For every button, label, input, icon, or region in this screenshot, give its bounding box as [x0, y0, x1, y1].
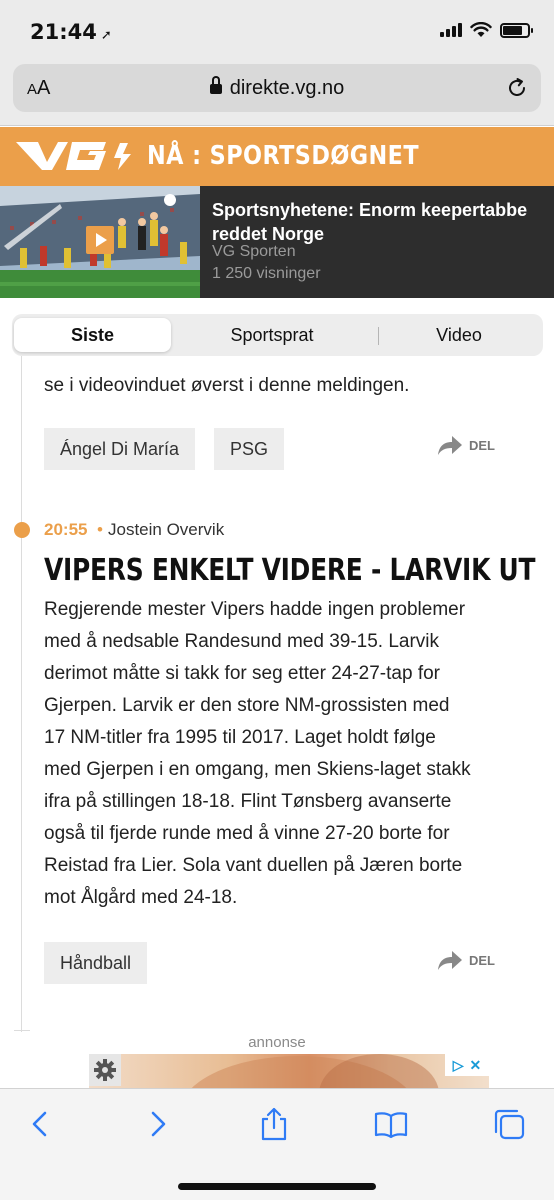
location-arrow-icon: ➚ — [100, 28, 112, 43]
battery-icon — [500, 22, 533, 38]
post-separator: • — [97, 520, 103, 539]
wifi-icon — [470, 22, 492, 37]
timeline-dot — [14, 522, 30, 538]
gear-icon[interactable] — [89, 1054, 121, 1086]
lock-icon — [209, 76, 222, 95]
share-arrow-icon — [438, 436, 462, 455]
share-label: DEL — [469, 952, 495, 968]
post-body-line: ifra på stillingen 18-18. Flint Tønsberg… — [44, 791, 452, 812]
play-icon[interactable] — [86, 226, 114, 254]
timeline-line — [21, 356, 22, 1032]
address-bar[interactable]: AA direkte.vg.no — [13, 64, 541, 112]
share-arrow-icon — [438, 951, 462, 970]
video-views: 1 250 visninger — [212, 265, 321, 282]
post-body-line: derimot måtte si takk for seg etter 24-2… — [44, 663, 441, 684]
url-text: direkte.vg.no — [229, 77, 345, 99]
status-bar: 21:44 ➚ — [0, 0, 554, 60]
post-body-line: 17 NM-titler fra 1995 til 2017. Laget ho… — [44, 727, 436, 748]
site-header: NÅ : SPORTSDØGNET — [0, 127, 554, 186]
ad-image — [189, 1054, 439, 1090]
book-icon[interactable] — [374, 1107, 408, 1141]
ad-banner[interactable]: ▷ ✕ — [89, 1054, 489, 1090]
video-source: VG Sporten — [212, 243, 296, 260]
adchoices-icon[interactable]: ▷ — [453, 1057, 464, 1074]
cellular-signal-icon — [440, 23, 462, 37]
clock-text: 21:44 — [30, 20, 97, 44]
video-promo[interactable]: Sportsnyhetene: Enorm keepertabbe reddet… — [0, 186, 554, 298]
tag-angel-di-maria[interactable]: Ángel Di María — [44, 428, 196, 470]
ad-label: annonse — [248, 1034, 306, 1051]
share-button[interactable]: DEL — [437, 434, 495, 456]
post-body-line: Reistad fra Lier. Sola vant duellen på J… — [44, 855, 463, 876]
browser-chrome: AA direkte.vg.no — [0, 60, 554, 126]
reload-icon[interactable] — [505, 76, 529, 100]
tab-divider — [378, 327, 379, 345]
post-headline: VIPERS ENKELT VIDERE - LARVIK UT — [44, 553, 536, 588]
feed-tabs: Siste Sportsprat Video — [12, 314, 543, 356]
share-icon[interactable] — [257, 1107, 291, 1141]
post-body-line: med å nedsable Randesund med 39-15. Larv… — [44, 631, 440, 652]
post-author: Jostein Overvik — [108, 520, 225, 539]
tag-psg[interactable]: PSG — [214, 428, 285, 470]
timeline-end — [14, 1030, 30, 1031]
post-body-line: mot Ålgård med 24-18. — [44, 887, 238, 908]
back-icon[interactable] — [24, 1107, 58, 1141]
post-body-line: Regjerende mester Vipers hadde ingen pro… — [44, 599, 466, 620]
tab-sportsprat[interactable]: Sportsprat — [186, 318, 358, 352]
browser-toolbar — [0, 1088, 554, 1200]
post-body-line: Gjerpen. Larvik er den store NM-grossist… — [44, 695, 450, 716]
post-body-line: med Gjerpen i en omgang, men Skiens-lage… — [44, 759, 471, 780]
tag-handball[interactable]: Håndball — [44, 942, 148, 984]
close-icon[interactable]: ✕ — [470, 1057, 482, 1074]
page-title: NÅ : SPORTSDØGNET — [147, 141, 420, 171]
status-time: 21:44 ➚ — [30, 20, 112, 44]
url-field[interactable]: direkte.vg.no — [13, 76, 541, 100]
vg-logo[interactable] — [14, 139, 144, 173]
forward-icon[interactable] — [140, 1107, 174, 1141]
status-icons — [440, 22, 533, 38]
tab-video[interactable]: Video — [384, 318, 534, 352]
video-thumbnail[interactable] — [0, 186, 200, 298]
post-time: 20:55 — [44, 520, 88, 539]
ad-controls[interactable]: ▷ ✕ — [445, 1054, 489, 1076]
share-label: DEL — [469, 437, 495, 453]
home-indicator[interactable] — [178, 1183, 376, 1190]
video-title[interactable]: Sportsnyhetene: Enorm keepertabbe reddet… — [212, 198, 542, 246]
tabs-icon[interactable] — [492, 1107, 526, 1141]
post-body-line: også til fjerde runde med å vinne 27-20 … — [44, 823, 450, 844]
share-button[interactable]: DEL — [437, 949, 495, 971]
prev-post-text: se i videovinduet øverst i denne melding… — [44, 375, 410, 396]
tab-siste[interactable]: Siste — [14, 318, 171, 352]
